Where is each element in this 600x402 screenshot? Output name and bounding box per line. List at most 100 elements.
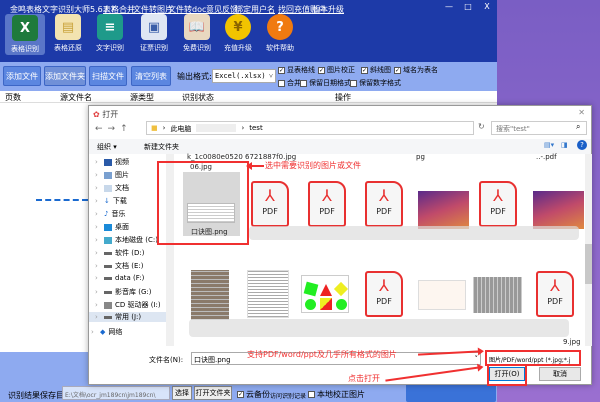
- nav-drive-i[interactable]: › CD 驱动器 (I:): [95, 300, 161, 310]
- address-bar[interactable]: ■ › 此电脑 › test: [146, 121, 474, 135]
- annotation-arrow: [250, 165, 264, 167]
- add-file-button[interactable]: 添加文件: [3, 66, 41, 86]
- annotation-click-open: 点击打开: [348, 374, 380, 383]
- back-icon[interactable]: ←: [95, 124, 108, 134]
- forward-icon[interactable]: →: [108, 124, 121, 134]
- maximize-button[interactable]: □: [459, 2, 477, 14]
- cancel-button[interactable]: 取消: [539, 367, 581, 381]
- view-options-icon[interactable]: ▤▾: [544, 141, 554, 149]
- ribbon-free-ocr[interactable]: 📖 免费识别: [177, 14, 217, 53]
- ribbon-label: 软件帮助: [266, 44, 294, 52]
- id-card-icon: ▣: [141, 14, 167, 40]
- breadcrumb-test[interactable]: test: [249, 124, 262, 132]
- clear-list-button[interactable]: 清空列表: [131, 66, 171, 86]
- blurred-captions: [249, 226, 579, 240]
- nav-drive-j[interactable]: › 常用 (J:): [89, 312, 166, 322]
- file-item-pdf[interactable]: ⅄ PDF: [365, 271, 403, 317]
- file-item-selected[interactable]: 口诀图.png: [183, 172, 240, 236]
- nav-drive-e[interactable]: › 文档 (E:): [95, 261, 143, 271]
- file-item-pdf[interactable]: ⅄ PDF: [251, 181, 289, 227]
- local-correct-checkbox[interactable]: 本地校正图片: [308, 389, 365, 400]
- nav-desktop[interactable]: › 桌面: [95, 222, 129, 232]
- file-item-receipt[interactable]: [418, 280, 466, 310]
- check-keep-date[interactable]: 保留日期格式: [300, 78, 351, 88]
- visit-records-link[interactable]: 访问识别记录: [270, 391, 306, 400]
- nav-downloads[interactable]: › ↓ 下载: [95, 196, 127, 206]
- refresh-icon[interactable]: ↻: [478, 122, 485, 131]
- check-slash[interactable]: ✓ 斜线图: [361, 65, 391, 75]
- file-item-ppt-image[interactable]: [418, 191, 469, 229]
- yuan-coin-icon: ¥: [225, 14, 251, 40]
- file-name: 口诀图.png: [191, 228, 228, 236]
- ribbon-table-ocr[interactable]: X 表格识别: [5, 14, 45, 55]
- new-folder-button[interactable]: 新建文件夹: [144, 142, 179, 152]
- file-item-pdf[interactable]: ⅄ PDF: [536, 271, 574, 317]
- minimize-button[interactable]: —: [440, 2, 458, 14]
- acrobat-icon: ⅄: [322, 186, 332, 205]
- check-label: 斜线图: [370, 66, 391, 74]
- save-dir-input[interactable]: E:\文档\ocr_jm189cn\jm189cn\: [62, 386, 170, 400]
- title-bar: 金鸣表格文字识别大师5.63.7 表格合并 文件转图片 文件转doc 意见反馈 …: [0, 0, 497, 62]
- file-item-pdf[interactable]: ⅄ PDF: [308, 181, 346, 227]
- file-item-ppt-image[interactable]: [533, 191, 584, 229]
- check-label: 图片校正: [327, 66, 355, 74]
- annotation-support-formats: 支持PDF/word/ppt及几乎所有格式的图片: [247, 350, 397, 359]
- cloud-backup-checkbox[interactable]: ✓ 云备份: [237, 389, 270, 400]
- nav-arrows[interactable]: ←→↑: [95, 124, 133, 134]
- ribbon-help[interactable]: ? 软件帮助: [260, 14, 300, 53]
- check-domain-name[interactable]: ✓ 域名为表名: [394, 65, 438, 75]
- breadcrumb-this-pc[interactable]: 此电脑: [170, 124, 191, 133]
- excel-icon: X: [12, 15, 38, 41]
- files-scrollbar[interactable]: [585, 154, 592, 346]
- ribbon-table-restore[interactable]: ▤ 表格还原: [48, 14, 88, 53]
- file-caption: 06.jpg: [190, 163, 212, 171]
- nav-music[interactable]: › ♪ 音乐: [95, 209, 125, 219]
- nav-documents[interactable]: › 文档: [95, 183, 129, 193]
- scan-file-button[interactable]: 扫描文件: [89, 66, 127, 86]
- choose-button[interactable]: 选择: [172, 386, 192, 400]
- file-item-document[interactable]: [247, 270, 289, 318]
- organize-menu[interactable]: 组织 ▾: [97, 142, 117, 152]
- check-table-lines[interactable]: ✓ 显表格线: [278, 65, 315, 75]
- check-keep-number[interactable]: 保留数字格式: [350, 78, 401, 88]
- file-item-pdf[interactable]: ⅄ PDF: [365, 181, 403, 227]
- link-upgrade[interactable]: 版本升级: [312, 4, 344, 15]
- nav-drive-g[interactable]: › 影音库 (G:): [95, 287, 151, 297]
- ribbon-recharge[interactable]: ¥ 充值升级: [218, 14, 258, 53]
- output-format-select[interactable]: Excel(.xlsx) ˅: [212, 69, 276, 83]
- file-item-scan[interactable]: [191, 270, 229, 320]
- ribbon-text-ocr[interactable]: ≡ 文字识别: [90, 14, 130, 53]
- file-caption: ..-.pdf: [536, 153, 557, 161]
- nav-drive-f[interactable]: › data (F:): [95, 274, 144, 282]
- acrobat-icon: ⅄: [379, 186, 389, 205]
- file-item-pdf[interactable]: ⅄ PDF: [479, 181, 517, 227]
- file-item-grayscale-table[interactable]: [473, 277, 522, 313]
- annotation-select-file: 选中需要识别的图片或文件: [265, 161, 361, 170]
- close-button[interactable]: X: [478, 2, 496, 14]
- open-folder-button[interactable]: 打开文件夹: [194, 386, 232, 400]
- check-label: 云备份: [246, 390, 270, 399]
- open-button[interactable]: 打开(O): [489, 367, 525, 381]
- nav-drive-d[interactable]: › 软件 (D:): [95, 248, 144, 258]
- check-image-correct[interactable]: ✓ 图片校正: [318, 65, 355, 75]
- file-item-shapes[interactable]: [301, 275, 349, 313]
- ribbon-label: 证票识别: [140, 44, 168, 52]
- nav-pictures[interactable]: › 图片: [95, 170, 129, 180]
- dialog-close-icon[interactable]: ✕: [578, 108, 585, 117]
- up-icon[interactable]: ↑: [120, 124, 133, 134]
- table-restore-icon: ▤: [55, 14, 81, 40]
- nav-videos[interactable]: › 视频: [95, 157, 129, 167]
- nav-drive-c[interactable]: › 本地磁盘 (C:): [95, 235, 158, 245]
- preview-pane-icon[interactable]: ◨: [561, 141, 568, 149]
- app-icon: ✿: [93, 110, 100, 119]
- help-icon[interactable]: ?: [577, 140, 587, 150]
- file-table-header: 页数 源文件名 源类型 识别状态 操作: [0, 91, 497, 103]
- chevron-down-icon[interactable]: ˅: [475, 355, 479, 363]
- search-input[interactable]: 搜索"test": [491, 121, 587, 135]
- file-type-value: 图片/PDF/word/ppt (*.jpg;*.j: [489, 357, 571, 364]
- ribbon-id-ocr[interactable]: ▣ 证票识别: [134, 14, 174, 53]
- nav-network[interactable]: › ◆ 网络: [91, 327, 122, 337]
- check-label: 保留数字格式: [359, 79, 401, 87]
- add-folder-button[interactable]: 添加文件夹: [44, 66, 86, 86]
- check-merge[interactable]: 合并: [278, 78, 301, 88]
